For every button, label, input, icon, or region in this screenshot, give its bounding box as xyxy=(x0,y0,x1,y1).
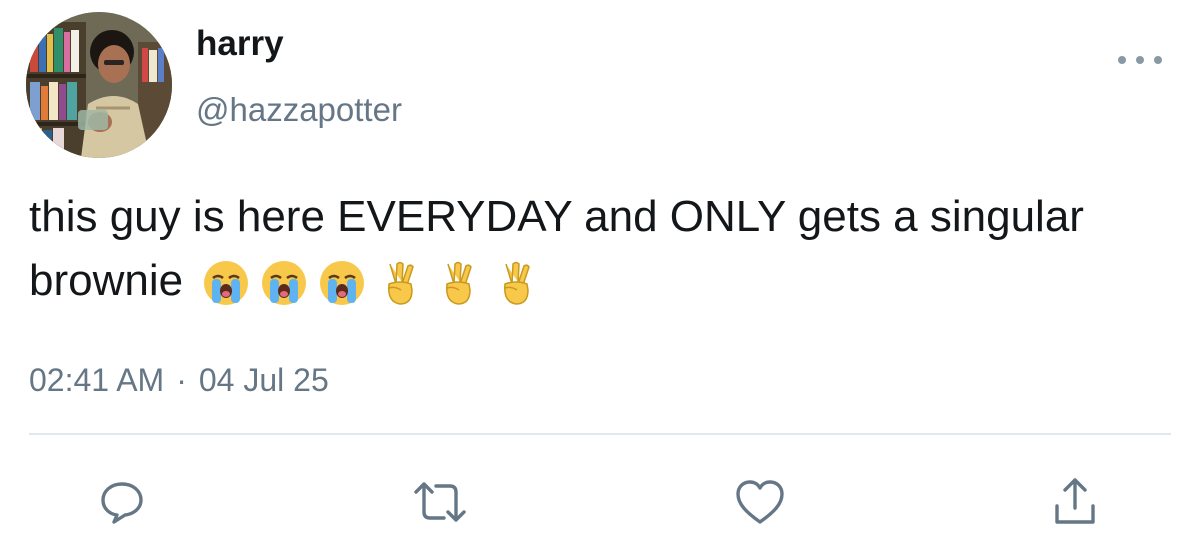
retweet-button[interactable] xyxy=(412,474,468,530)
user-handle[interactable]: @hazzapotter xyxy=(196,88,402,132)
like-button[interactable] xyxy=(732,474,788,530)
share-button[interactable] xyxy=(1047,474,1103,530)
retweet-icon xyxy=(414,482,466,522)
reply-icon xyxy=(101,482,143,524)
tweet-text-content: this guy is here EVERYDAY and ONLY gets … xyxy=(29,192,1084,305)
more-dot-icon xyxy=(1136,56,1144,64)
loudly-crying-face-icon xyxy=(262,261,307,306)
timestamp-separator: · xyxy=(176,362,187,398)
tweet-text: this guy is here EVERYDAY and ONLY gets … xyxy=(29,185,1169,313)
heart-icon xyxy=(736,480,784,524)
share-icon xyxy=(1055,478,1095,524)
display-name[interactable]: harry xyxy=(196,20,284,68)
avatar-image xyxy=(26,12,172,158)
reply-button[interactable] xyxy=(94,474,150,530)
loudly-crying-face-icon xyxy=(204,261,249,306)
tweet-timestamp[interactable]: 02:41 AM · 04 Jul 25 xyxy=(29,358,329,402)
loudly-crying-face-icon xyxy=(320,261,365,306)
avatar[interactable] xyxy=(26,12,172,158)
tweet-date: 04 Jul 25 xyxy=(198,362,329,398)
more-dot-icon xyxy=(1118,56,1126,64)
more-options-button[interactable] xyxy=(1118,50,1162,70)
more-dot-icon xyxy=(1154,56,1162,64)
victory-hand-icon xyxy=(504,262,531,306)
emoji-row xyxy=(201,258,541,308)
victory-hand-icon xyxy=(388,262,415,306)
divider xyxy=(29,433,1171,435)
victory-hand-icon xyxy=(446,262,473,306)
tweet-time: 02:41 AM xyxy=(29,362,165,398)
